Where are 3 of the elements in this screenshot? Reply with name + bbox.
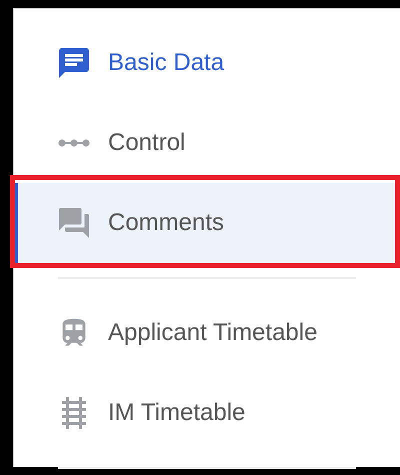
railway-track-icon <box>60 397 88 429</box>
dots-icon <box>57 138 91 148</box>
message-icon <box>56 45 92 81</box>
